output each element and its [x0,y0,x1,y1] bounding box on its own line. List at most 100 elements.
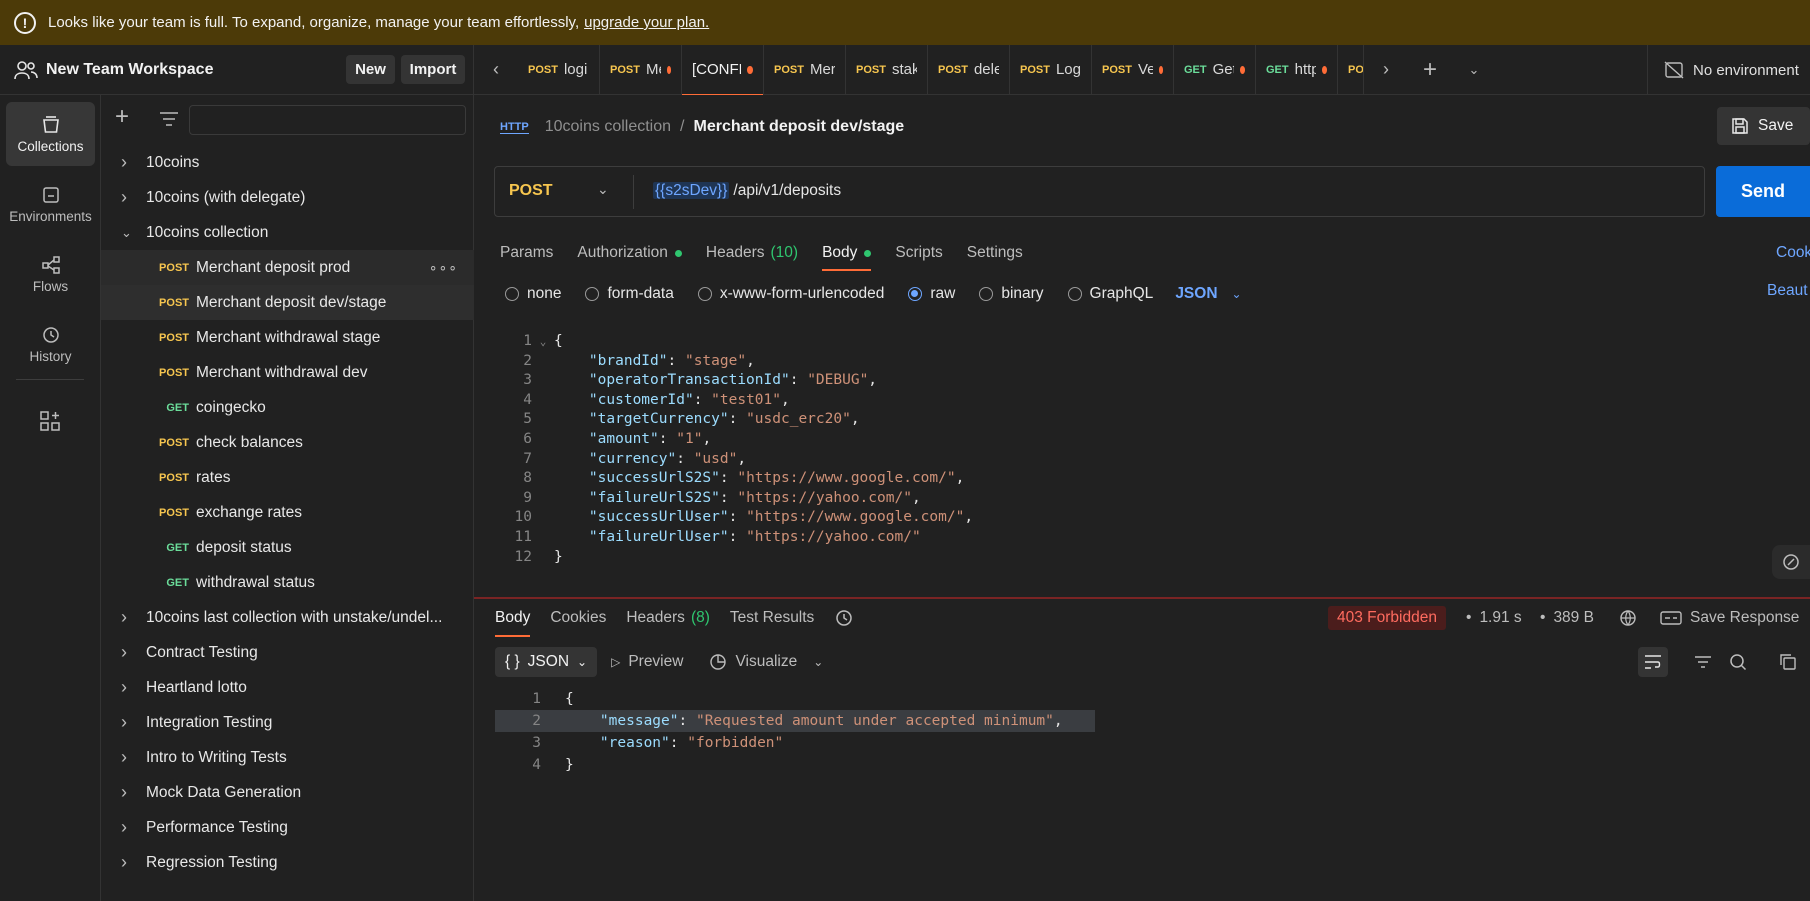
request-tab[interactable]: GET https [1256,44,1338,95]
tab-body[interactable]: Body [822,238,872,271]
request-tab[interactable]: POST Mer [600,44,682,95]
chevron-right-icon[interactable]: › [121,642,133,663]
chevron-right-icon[interactable]: › [121,152,133,173]
request-title[interactable]: Merchant deposit dev/stage [693,118,904,136]
tree-folder[interactable]: › Regression Testing [101,845,474,880]
beautify-link[interactable]: Beaut [1767,282,1808,300]
status-badge[interactable]: 403 Forbidden [1328,606,1446,630]
add-apps-icon[interactable] [39,410,61,432]
radio-none[interactable]: none [505,285,561,303]
tabs-scroll-right-icon[interactable]: › [1364,45,1408,95]
network-globe-icon[interactable] [1618,608,1638,628]
import-button[interactable]: Import [401,55,465,84]
chevron-right-icon[interactable]: › [121,852,133,873]
chevron-right-icon[interactable]: › [121,607,133,628]
response-format-select[interactable]: { } JSON ⌄ [495,647,598,677]
workspace-name[interactable]: New Team Workspace [46,61,213,79]
send-button[interactable]: Send [1716,166,1810,217]
cookies-link[interactable]: Cook [1776,238,1810,268]
tree-folder[interactable]: › 10coins last collection with unstake/un… [101,600,474,635]
tree-request[interactable]: POST Merchant withdrawal dev [101,355,474,390]
response-tab-body[interactable]: Body [495,604,531,637]
visualize-button[interactable]: Visualize ⌄ [709,653,823,671]
filter-icon[interactable] [159,111,179,127]
tabs-scroll-left-icon[interactable]: ‹ [474,45,518,95]
method-select[interactable]: POST [509,182,553,200]
tab-settings[interactable]: Settings [967,238,1023,268]
pane-divider[interactable] [474,597,1810,599]
tab-headers[interactable]: Headers (10) [706,238,798,268]
tree-folder[interactable]: › Integration Testing [101,705,474,740]
breadcrumb-parent[interactable]: 10coins collection [545,118,671,136]
tree-folder[interactable]: › Heartland lotto [101,670,474,705]
request-tab[interactable]: POST Veri [1092,44,1174,95]
save-response-button[interactable]: Save Response [1660,606,1799,630]
request-body-editor[interactable]: 1 ⌄{2 "brandId": "stage", 3 "operatorTrans… [486,330,1810,590]
radio-raw[interactable]: raw [908,285,955,303]
upgrade-plan-link[interactable]: upgrade your plan. [584,14,709,31]
tree-folder[interactable]: › 10coins (with delegate) [101,180,474,215]
request-tab[interactable]: POST Mer [764,44,846,95]
format-chevron-down-icon[interactable]: ⌄ [1232,287,1242,301]
tree-request[interactable]: POST check balances [101,425,474,460]
method-chevron-down-icon[interactable]: ⌄ [597,181,609,198]
url-input[interactable]: {{s2sDev}}/api/v1/deposits [653,182,841,200]
response-tab-test-results[interactable]: Test Results [730,604,814,632]
add-collection-icon[interactable]: + [115,105,137,129]
tree-request[interactable]: POST Merchant withdrawal stage [101,320,474,355]
tree-request[interactable]: POST Merchant deposit dev/stage [101,285,474,320]
rail-environments[interactable]: Environments [6,172,95,236]
chevron-right-icon[interactable]: › [121,747,133,768]
request-tab[interactable]: POST dele [928,44,1010,95]
rail-collections[interactable]: Collections [6,102,95,166]
search-icon[interactable] [1723,647,1753,677]
request-tab[interactable]: [CONFLIC [682,44,764,95]
visualize-chevron-down-icon[interactable]: ⌄ [813,655,823,669]
more-options-icon[interactable]: ∘∘∘ [429,259,458,276]
copy-icon[interactable] [1773,647,1803,677]
response-body[interactable]: 1{ 2 "message": "Requested amount under … [495,688,1805,788]
tab-scripts[interactable]: Scripts [895,238,942,268]
radio-form-data[interactable]: form-data [585,285,674,303]
request-tab[interactable]: GET Get l [1174,44,1256,95]
tree-request[interactable]: POST Merchant deposit prod ∘∘∘ [101,250,474,285]
response-time[interactable]: • 1.91 s [1466,606,1522,630]
chevron-right-icon[interactable]: › [121,677,133,698]
tab-authorization[interactable]: Authorization [577,238,682,268]
tree-folder[interactable]: ⌄ 10coins collection [101,215,474,250]
tree-folder[interactable]: › Contract Testing [101,635,474,670]
radio-graphql[interactable]: GraphQL [1067,285,1153,303]
rail-flows[interactable]: Flows [6,242,95,306]
save-button[interactable]: Save [1717,107,1810,145]
response-tab-cookies[interactable]: Cookies [550,604,606,632]
radio-urlencoded[interactable]: x-www-form-urlencoded [697,285,884,303]
tree-request[interactable]: GET coingecko [101,390,474,425]
response-history-icon[interactable] [834,604,854,632]
request-tab[interactable]: POST Log [1010,44,1092,95]
tree-folder[interactable]: › Performance Testing [101,810,474,845]
chevron-right-icon[interactable]: › [121,817,133,838]
response-size[interactable]: • 389 B [1540,606,1594,630]
request-tab[interactable]: POST stak [846,44,928,95]
new-button[interactable]: New [346,55,395,84]
chevron-right-icon[interactable]: › [121,187,133,208]
preview-button[interactable]: ▷ Preview [611,653,683,671]
tabs-menu-chevron-icon[interactable]: ⌄ [1452,45,1496,95]
tab-params[interactable]: Params [500,238,553,268]
chevron-right-icon[interactable]: › [121,712,133,733]
environment-selector[interactable]: No environment [1647,45,1810,95]
chevron-right-icon[interactable]: › [121,782,133,803]
ai-assist-icon[interactable] [1772,545,1810,579]
filter-response-icon[interactable] [1688,647,1718,677]
tree-folder[interactable]: › 10coins [101,145,474,180]
tree-request[interactable]: GET withdrawal status [101,565,474,600]
request-tab[interactable]: POS [1338,44,1364,95]
tree-request[interactable]: GET deposit status [101,530,474,565]
response-tab-headers[interactable]: Headers (8) [626,604,710,632]
request-tab[interactable]: POST logi [518,44,600,95]
raw-format-select[interactable]: JSON [1175,285,1217,303]
search-collections-input[interactable] [189,105,466,135]
chevron-down-icon[interactable]: ⌄ [121,225,133,241]
radio-binary[interactable]: binary [979,285,1044,303]
new-tab-icon[interactable]: + [1408,45,1452,95]
